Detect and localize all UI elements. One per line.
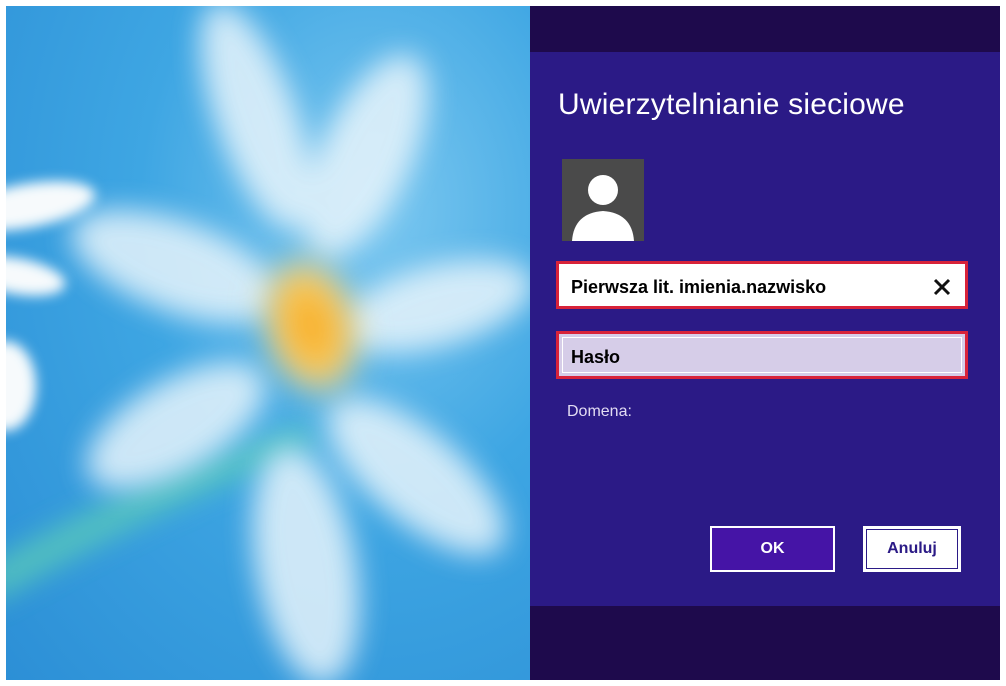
ok-button[interactable]: OK [710,526,835,572]
password-field[interactable]: Hasło [556,331,968,379]
close-icon [933,278,951,296]
cancel-button[interactable]: Anuluj [863,526,961,572]
password-input[interactable]: Hasło [562,337,962,373]
network-auth-panel: Uwierzytelnianie sieciowe Pierwsza lit. … [530,6,1000,680]
daisy-flower-wallpaper [6,6,530,680]
panel-body [530,52,1000,606]
clear-username-button[interactable] [929,274,955,300]
avatar [562,159,644,241]
wallpaper-image [6,6,530,680]
username-input[interactable]: Pierwsza lit. imienia.nazwisko [562,267,962,303]
domain-label: Domena: [567,403,632,420]
page-title: Uwierzytelnianie sieciowe [558,88,905,121]
username-value: Pierwsza lit. imienia.nazwisko [571,277,827,297]
password-placeholder: Hasło [571,347,621,367]
user-silhouette-icon [572,175,634,241]
username-field[interactable]: Pierwsza lit. imienia.nazwisko [556,261,968,309]
